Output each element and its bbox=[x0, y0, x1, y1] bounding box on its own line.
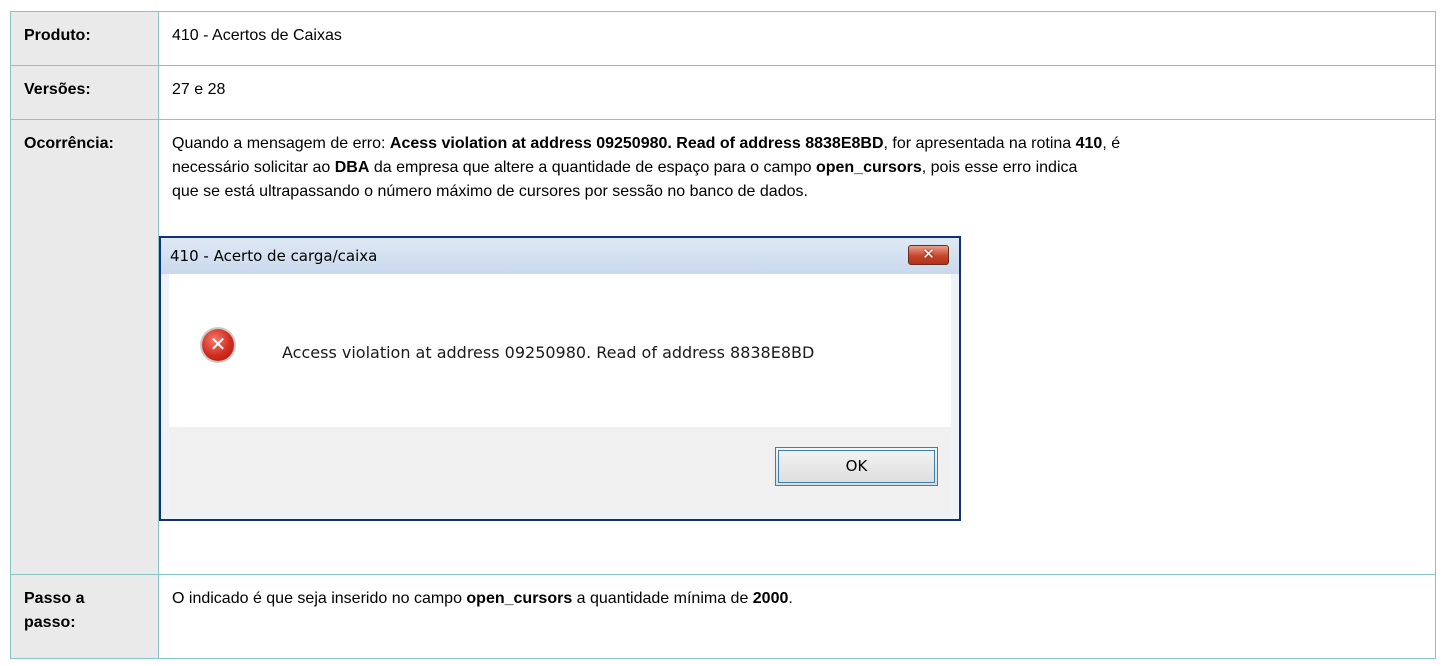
produto-value: 410 - Acertos de Caixas bbox=[172, 27, 342, 44]
passo-value-cell: O indicado é que seja inserido no campo … bbox=[158, 574, 1436, 659]
ocorrencia-rotina: 410 bbox=[1075, 135, 1103, 152]
ocorrencia-open-cursors: open_cursors bbox=[815, 159, 922, 176]
passo-text: O indicado é que seja inserido no campo … bbox=[159, 575, 1435, 611]
produto-value-cell: 410 - Acertos de Caixas bbox=[158, 11, 1436, 66]
ocorrencia-text-4: necessário solicitar ao bbox=[172, 159, 335, 176]
row-passo-a-passo: Passo a passo: O indicado é que seja inse… bbox=[10, 574, 1436, 659]
ocorrencia-label-cell: Ocorrência: bbox=[10, 119, 159, 575]
versoes-value: 27 e 28 bbox=[172, 81, 226, 98]
ocorrencia-text-7: que se está ultrapassando o número máxim… bbox=[172, 183, 808, 200]
error-dialog-screenshot: 410 - Acerto de carga/caixa ✕ ✕ Access v… bbox=[159, 236, 961, 521]
ocorrencia-text-6: , pois esse erro indica bbox=[921, 159, 1078, 176]
passo-label: Passo a passo: bbox=[11, 575, 158, 635]
error-icon: ✕ bbox=[202, 329, 234, 361]
passo-text-3: . bbox=[788, 590, 793, 607]
passo-open-cursors: open_cursors bbox=[466, 590, 573, 607]
passo-label-cell: Passo a passo: bbox=[10, 574, 159, 659]
ocorrencia-dba: DBA bbox=[334, 159, 370, 176]
ocorrencia-error-message: Acess violation at address 09250980. Rea… bbox=[389, 135, 884, 152]
passo-quantity: 2000 bbox=[752, 590, 789, 607]
ocorrencia-text-2: , for apresentada na rotina bbox=[883, 135, 1076, 152]
passo-label-line2: passo: bbox=[24, 614, 76, 631]
ocorrencia-text: Quando a mensagem de erro: Acess violati… bbox=[159, 120, 1435, 204]
dialog-titlebar: 410 - Acerto de carga/caixa ✕ bbox=[161, 238, 959, 274]
dialog-message: Access violation at address 09250980. Re… bbox=[282, 343, 815, 362]
dialog-title: 410 - Acerto de carga/caixa bbox=[170, 247, 378, 265]
ocorrencia-text-5: da empresa que altere a quantidade de es… bbox=[369, 159, 816, 176]
passo-text-1: O indicado é que seja inserido no campo bbox=[172, 590, 467, 607]
passo-label-line1: Passo a bbox=[24, 590, 85, 607]
error-icon-glyph: ✕ bbox=[209, 332, 227, 356]
versoes-label-cell: Versões: bbox=[10, 65, 159, 120]
ocorrencia-text-3: , é bbox=[1102, 135, 1121, 152]
dialog-close-button[interactable]: ✕ bbox=[908, 245, 949, 265]
ocorrencia-text-1: Quando a mensagem de erro: bbox=[172, 135, 390, 152]
row-produto: Produto: 410 - Acertos de Caixas bbox=[10, 11, 1436, 66]
passo-text-2: a quantidade mínima de bbox=[572, 590, 753, 607]
row-versoes: Versões: 27 e 28 bbox=[10, 65, 1436, 120]
close-icon: ✕ bbox=[922, 245, 935, 263]
produto-label-cell: Produto: bbox=[10, 11, 159, 66]
ocorrencia-label: Ocorrência: bbox=[24, 135, 114, 152]
versoes-label: Versões: bbox=[24, 81, 91, 98]
ok-button[interactable]: OK bbox=[775, 447, 938, 486]
versoes-value-cell: 27 e 28 bbox=[158, 65, 1436, 120]
produto-label: Produto: bbox=[24, 27, 91, 44]
